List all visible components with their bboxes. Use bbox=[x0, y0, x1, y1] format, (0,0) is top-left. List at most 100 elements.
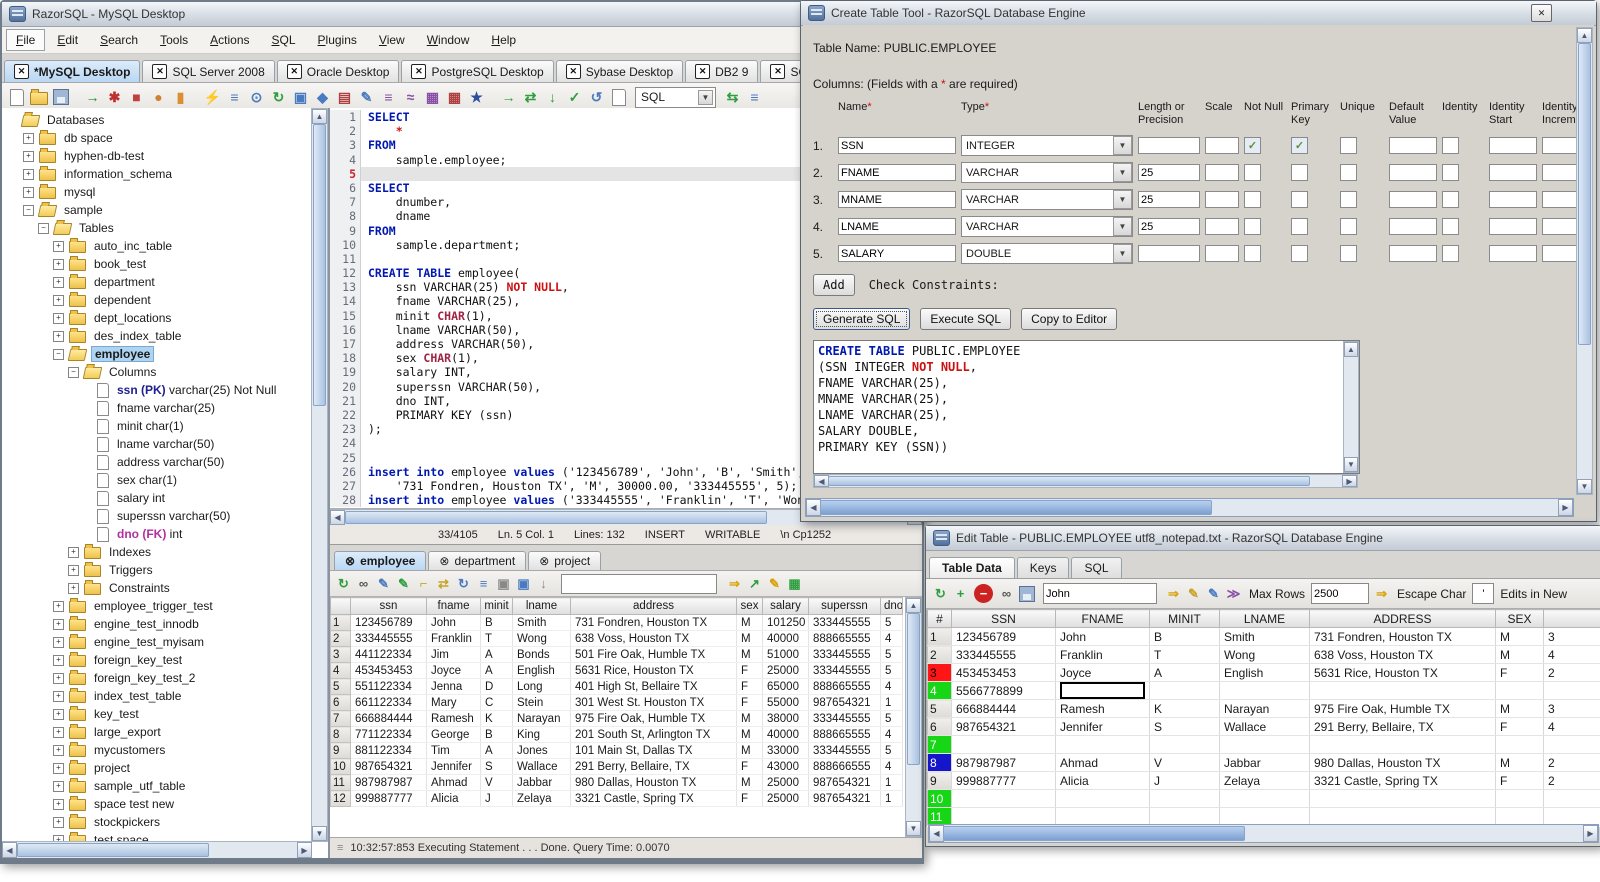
cell[interactable]: 999887777 bbox=[951, 771, 1056, 790]
max-rows-input[interactable] bbox=[1311, 583, 1370, 604]
tree-item[interactable]: + foreign_key_test_2 bbox=[6, 669, 312, 687]
tree-expander-icon[interactable]: + bbox=[53, 600, 64, 612]
cell[interactable]: 888666555 bbox=[808, 758, 881, 775]
cell[interactable] bbox=[1219, 789, 1310, 808]
results-search-input[interactable] bbox=[561, 573, 717, 594]
cell[interactable]: Wong bbox=[1219, 645, 1310, 664]
identity-checkbox[interactable] bbox=[1442, 164, 1459, 181]
tree-item[interactable]: + dependent bbox=[6, 291, 312, 309]
default-value-input[interactable] bbox=[1389, 191, 1437, 208]
tree-item[interactable]: sex char(1) bbox=[6, 471, 312, 489]
cell[interactable]: 4 bbox=[880, 758, 903, 775]
cell[interactable]: 333445555 bbox=[808, 646, 881, 663]
favorites-icon[interactable]: ★ bbox=[466, 87, 487, 108]
tree-item[interactable]: + stockpickers bbox=[6, 813, 312, 831]
table-row[interactable]: 4 5566778899 bbox=[927, 681, 1600, 700]
default-value-input[interactable] bbox=[1389, 137, 1437, 154]
tree-item[interactable]: + key_test bbox=[6, 705, 312, 723]
cell[interactable]: Joyce bbox=[426, 662, 481, 679]
connect-icon[interactable]: → bbox=[82, 87, 103, 108]
tree-vertical-scrollbar[interactable]: ▲ ▼ bbox=[311, 108, 328, 842]
row-number[interactable]: 2 bbox=[927, 645, 952, 664]
tree-expander-icon[interactable]: + bbox=[53, 636, 64, 648]
cell[interactable]: Wallace bbox=[1219, 717, 1310, 736]
cell[interactable]: Jabbar bbox=[512, 774, 571, 791]
close-tab-icon[interactable]: ⊗ bbox=[539, 554, 549, 568]
row-number[interactable]: 9 bbox=[330, 742, 351, 759]
scroll-left-icon[interactable]: ◀ bbox=[814, 475, 829, 487]
database-capsule-icon[interactable]: ▮ bbox=[170, 87, 191, 108]
tree-expander-icon[interactable]: + bbox=[53, 330, 64, 342]
delete-row-icon[interactable]: − bbox=[974, 584, 993, 603]
copy-results-icon[interactable]: ▣ bbox=[514, 574, 533, 593]
menu-tools[interactable]: Tools bbox=[150, 29, 198, 51]
cell[interactable]: 5 bbox=[880, 614, 903, 631]
table-row[interactable]: 6 987654321 Jennifer S Wallace 291 Berry, Bel… bbox=[927, 717, 1600, 736]
new-connection-icon[interactable]: ✱ bbox=[104, 87, 125, 108]
dialog-horizontal-scrollbar[interactable]: ◀ ▶ bbox=[805, 498, 1574, 517]
cell[interactable]: F bbox=[736, 694, 763, 711]
cell[interactable]: Ramesh bbox=[426, 710, 481, 727]
cell[interactable]: Mary bbox=[426, 694, 481, 711]
cell[interactable]: 987987987 bbox=[951, 753, 1056, 772]
cell[interactable]: Ahmad bbox=[426, 774, 481, 791]
cell[interactable]: Tim bbox=[426, 742, 481, 759]
cell[interactable]: 638 Voss, Houston TX bbox=[570, 630, 737, 647]
close-tab-icon[interactable]: ✕ bbox=[565, 64, 581, 79]
cell[interactable]: 333445555 bbox=[808, 710, 881, 727]
column-header[interactable]: SEX bbox=[1495, 609, 1544, 628]
go-down-icon[interactable]: ↓ bbox=[542, 87, 563, 108]
tree-item[interactable]: − Tables bbox=[6, 219, 312, 237]
cell[interactable]: 1 bbox=[880, 694, 903, 711]
cell[interactable]: Alicia bbox=[1055, 771, 1150, 790]
cell[interactable]: K bbox=[1149, 699, 1220, 718]
unique-checkbox[interactable] bbox=[1340, 245, 1357, 262]
connection-profile-icon[interactable]: ● bbox=[148, 87, 169, 108]
cell[interactable] bbox=[951, 789, 1056, 808]
table-row[interactable]: 11 987987987 Ahmad V Jabbar 980 Dallas, Houst… bbox=[330, 774, 903, 791]
create-table-title-bar[interactable]: Create Table Tool - RazorSQL Database En… bbox=[801, 1, 1596, 26]
tree-item[interactable]: + employee_trigger_test bbox=[6, 597, 312, 615]
cell[interactable]: Ramesh bbox=[1055, 699, 1150, 718]
tree-item[interactable]: + mycustomers bbox=[6, 741, 312, 759]
column-name-input[interactable] bbox=[838, 218, 956, 235]
tree-item[interactable]: salary int bbox=[6, 489, 312, 507]
tree-item[interactable]: superssn varchar(50) bbox=[6, 507, 312, 525]
cell[interactable]: English bbox=[512, 662, 571, 679]
cell[interactable] bbox=[1309, 681, 1496, 700]
cell[interactable]: Long bbox=[512, 678, 571, 695]
cell[interactable]: M bbox=[736, 646, 763, 663]
cell[interactable]: 5 bbox=[880, 646, 903, 663]
cell[interactable]: 3 bbox=[1543, 627, 1600, 646]
cell[interactable]: 453453453 bbox=[350, 662, 427, 679]
cell[interactable]: M bbox=[736, 614, 763, 631]
scroll-left-icon[interactable]: ◀ bbox=[806, 499, 821, 516]
view-glasses-icon[interactable]: ∞ bbox=[997, 584, 1016, 603]
tree-expander-icon[interactable]: + bbox=[53, 294, 64, 306]
cell[interactable]: 333445555 bbox=[951, 645, 1056, 664]
not-null-checkbox[interactable] bbox=[1244, 164, 1261, 181]
tree-expander-icon[interactable]: + bbox=[53, 618, 64, 630]
cell[interactable]: F bbox=[736, 662, 763, 679]
not-null-checkbox[interactable] bbox=[1244, 191, 1261, 208]
main-title-bar[interactable]: RazorSQL - MySQL Desktop bbox=[2, 2, 922, 27]
table-row[interactable]: 3 441122334 Jim A Bonds 501 Fire Oak, Humble … bbox=[330, 646, 903, 663]
tree-item[interactable]: + space test new bbox=[6, 795, 312, 813]
highlight-icon[interactable]: ✎ bbox=[1184, 584, 1203, 603]
column-header[interactable]: ADDRESS bbox=[1309, 609, 1496, 628]
cell[interactable]: M bbox=[736, 710, 763, 727]
row-number[interactable]: 3 bbox=[927, 663, 952, 682]
menu-plugins[interactable]: Plugins bbox=[308, 29, 367, 51]
cell[interactable]: 666884444 bbox=[350, 710, 427, 727]
cell[interactable] bbox=[951, 735, 1056, 754]
identity-start-input[interactable] bbox=[1489, 218, 1537, 235]
table-row[interactable]: 2 333445555 Franklin T Wong 638 Voss, Houston… bbox=[927, 645, 1600, 664]
cell[interactable]: J bbox=[1149, 771, 1220, 790]
tree-item[interactable]: ssn (PK) varchar(25) Not Null bbox=[6, 381, 312, 399]
cell[interactable]: Jones bbox=[512, 742, 571, 759]
scroll-up-icon[interactable]: ▲ bbox=[312, 109, 327, 124]
not-null-checkbox[interactable] bbox=[1244, 245, 1261, 262]
tree-item[interactable]: + des_index_table bbox=[6, 327, 312, 345]
scroll-right-icon[interactable]: ▶ bbox=[1558, 499, 1573, 516]
tree-item[interactable]: + dept_locations bbox=[6, 309, 312, 327]
